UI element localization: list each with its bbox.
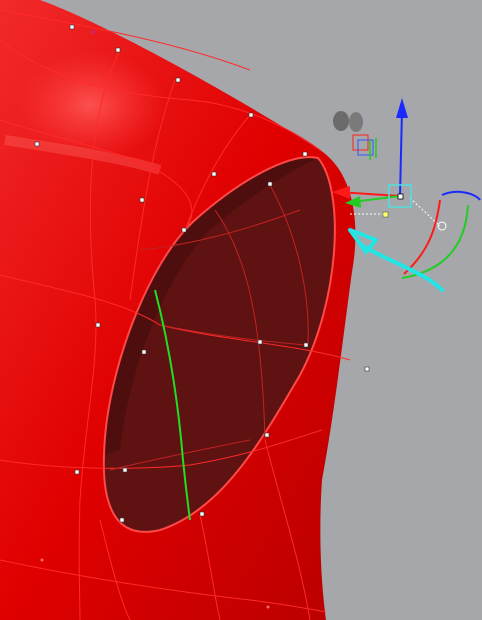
- rotation-arc-red[interactable]: [403, 199, 441, 275]
- z-axis-arrow-icon[interactable]: [396, 98, 408, 118]
- annotation-arrow-icon: [348, 228, 444, 292]
- gizmo-origin-point[interactable]: [397, 193, 404, 200]
- surface-marker: [40, 558, 44, 562]
- scale-handles-icon[interactable]: [333, 111, 377, 160]
- 3d-viewport[interactable]: [0, 0, 482, 620]
- surface-marker: [91, 30, 95, 34]
- gizmo-target-point[interactable]: [382, 211, 389, 218]
- rotation-arc-blue[interactable]: [441, 190, 481, 201]
- z-axis-handle[interactable]: [399, 109, 403, 197]
- surface-marker: [266, 605, 270, 609]
- viewport-canvas[interactable]: [0, 0, 482, 620]
- rotation-handle[interactable]: [437, 221, 447, 231]
